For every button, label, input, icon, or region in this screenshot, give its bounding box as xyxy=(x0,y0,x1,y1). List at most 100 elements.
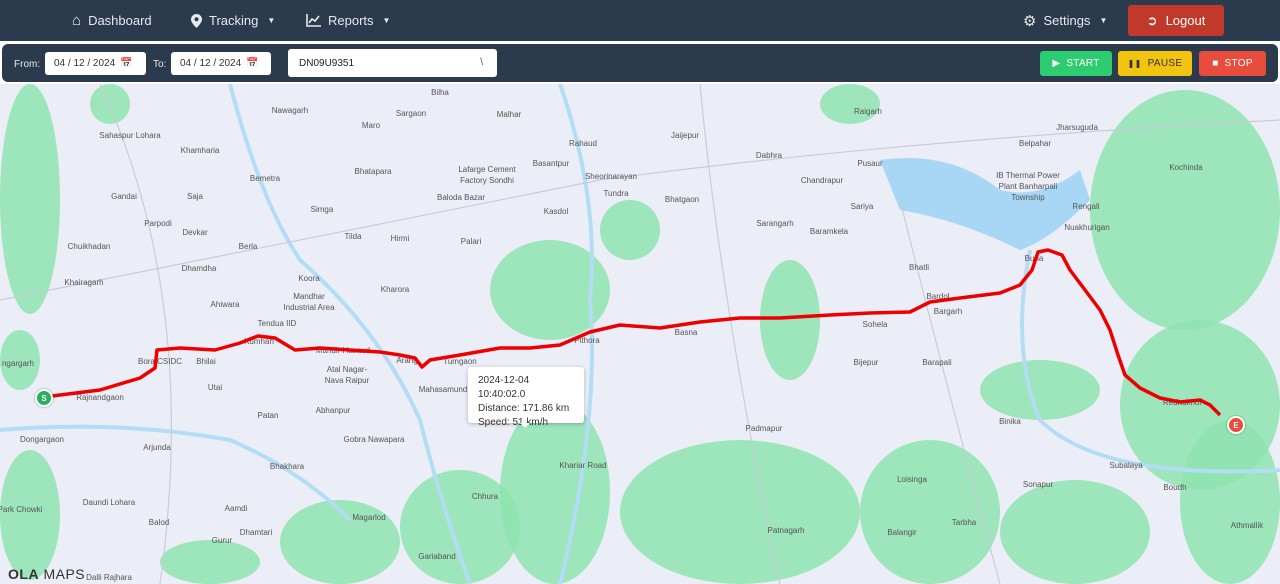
place-label: Bargarh xyxy=(934,307,962,316)
place-label: Tundra xyxy=(603,189,629,198)
place-label: Dongargaon xyxy=(20,435,64,444)
place-label: Sarangarh xyxy=(756,219,793,228)
place-label: Ahiwara xyxy=(211,300,240,309)
place-label: Sheorinarayan xyxy=(585,172,637,181)
map-pin-icon xyxy=(191,13,202,28)
forest-area xyxy=(0,450,60,580)
map-canvas[interactable]: Bilha Malhar Nawagarh Maro Sargaon Raigarh Jha… xyxy=(0,84,1280,584)
place-label: Devkar xyxy=(182,228,208,237)
gear-icon: ⚙ xyxy=(1023,12,1037,30)
place-label: Gariaband xyxy=(418,552,455,561)
place-label: Rahaud xyxy=(569,139,597,148)
stop-label: STOP xyxy=(1224,58,1253,69)
place-label: Basna xyxy=(675,328,698,337)
place-label: Khamharia xyxy=(181,146,220,155)
place-label: Bhatli xyxy=(909,263,929,272)
place-label: Gurur xyxy=(212,536,233,545)
place-label: Malhar xyxy=(497,110,522,119)
forest-area xyxy=(1180,420,1280,584)
place-label: Saja xyxy=(187,192,204,201)
forest-area xyxy=(0,84,60,314)
place-label: Belpahar xyxy=(1019,139,1051,148)
place-label: Nawagarh xyxy=(272,106,308,115)
nav-dashboard[interactable]: ⌂ Dashboard xyxy=(72,0,152,41)
place-label: Dhamdha xyxy=(182,264,217,273)
place-label: Palari xyxy=(461,237,482,246)
place-label: Sohela xyxy=(863,320,888,329)
place-label: Patan xyxy=(258,411,279,420)
place-label: Basantpur xyxy=(533,159,570,168)
logout-button[interactable]: ➲ Logout xyxy=(1128,5,1224,36)
tooltip-distance: Distance: 171.86 km xyxy=(478,403,570,414)
place-label: Athmallik xyxy=(1231,521,1264,530)
forest-area xyxy=(90,84,130,124)
nav-tracking[interactable]: Tracking ▼ xyxy=(191,0,275,41)
place-label: Boudh xyxy=(1163,483,1186,492)
place-label: Nava Raipur xyxy=(325,376,370,385)
place-label: Atal Nagar- xyxy=(327,365,368,374)
calendar-icon: 📅 xyxy=(120,58,133,69)
pause-button[interactable]: ❚❚ PAUSE xyxy=(1118,51,1192,76)
place-label: Subalaya xyxy=(1109,461,1143,470)
place-label: Dhamtari xyxy=(240,528,273,537)
route-tooltip: 2024-12-04 10:40:02.0 Distance: 171.86 k… xyxy=(468,367,584,428)
place-label: Utai xyxy=(208,383,222,392)
place-label: Sahaspur Lohara xyxy=(99,131,161,140)
place-label: Plant Banharpali xyxy=(999,182,1058,191)
place-label: Sariya xyxy=(851,202,874,211)
place-label: Dalli Rajhara xyxy=(86,573,132,582)
place-label: Bhakhara xyxy=(270,462,305,471)
place-label: Kharora xyxy=(381,285,410,294)
place-label: Binika xyxy=(999,417,1021,426)
place-label: Khairagarh xyxy=(64,278,103,287)
end-marker[interactable]: E xyxy=(1227,416,1245,434)
place-label: Hirmi xyxy=(391,234,410,243)
stop-button[interactable]: ■ STOP xyxy=(1199,51,1266,76)
place-label: Khariar Road xyxy=(559,461,606,470)
to-date-input[interactable]: 04 / 12 / 2024 📅 xyxy=(171,52,271,75)
home-icon: ⌂ xyxy=(72,12,82,29)
place-label: Gandai xyxy=(111,192,137,201)
logo-ola: OLA xyxy=(8,566,40,582)
place-label: Rajnandgaon xyxy=(76,393,124,402)
place-label: Bora CSIDC xyxy=(138,357,182,366)
forest-area xyxy=(760,260,820,380)
nav-reports-label: Reports xyxy=(328,13,374,28)
place-label: Kasdol xyxy=(544,207,569,216)
logo-maps: MAPS xyxy=(39,566,86,582)
place-label: IB Thermal Power xyxy=(996,171,1060,180)
place-label: Lafarge Cement xyxy=(458,165,516,174)
vehicle-value: DN09U9351 xyxy=(299,57,355,69)
place-label: Township xyxy=(1011,193,1045,202)
place-label: Bhatapara xyxy=(355,167,392,176)
vehicle-select[interactable]: DN09U9351 \ xyxy=(288,49,497,77)
from-date-input[interactable]: 04 / 12 / 2024 📅 xyxy=(45,52,146,75)
tooltip-speed: Speed: 51 km/h xyxy=(478,417,549,428)
place-label: Jharsuguda xyxy=(1056,123,1098,132)
place-label: Nuakhurigan xyxy=(1064,223,1109,232)
to-label: To: xyxy=(153,59,167,70)
place-label: Pusaur xyxy=(857,159,883,168)
nav-reports[interactable]: Reports ▼ xyxy=(306,0,390,41)
calendar-icon: 📅 xyxy=(246,58,259,69)
caret-down-icon: ▼ xyxy=(382,16,391,25)
nav-settings[interactable]: ⚙ Settings ▼ xyxy=(1023,0,1107,41)
place-label: Gobra Nawapara xyxy=(344,435,405,444)
place-label: Chandrapur xyxy=(801,176,844,185)
from-date-value: 04 / 12 / 2024 xyxy=(54,58,116,69)
place-label: Bijepur xyxy=(854,358,879,367)
place-label: Tarbha xyxy=(952,518,977,527)
place-label: Baramkela xyxy=(810,227,849,236)
forest-area xyxy=(1000,480,1150,584)
place-label: Factory Sondhi xyxy=(460,176,514,185)
place-label: Raigarh xyxy=(854,107,882,116)
forest-area xyxy=(860,440,1000,584)
forest-area xyxy=(820,84,880,124)
place-label: Aamdi xyxy=(225,504,248,513)
start-label: START xyxy=(1066,58,1100,69)
place-label: Chuikhadan xyxy=(68,242,111,251)
start-marker[interactable]: S xyxy=(35,389,53,407)
start-button[interactable]: ▶ START xyxy=(1040,51,1112,76)
place-label: Koora xyxy=(298,274,320,283)
place-label: Balod xyxy=(149,518,169,527)
